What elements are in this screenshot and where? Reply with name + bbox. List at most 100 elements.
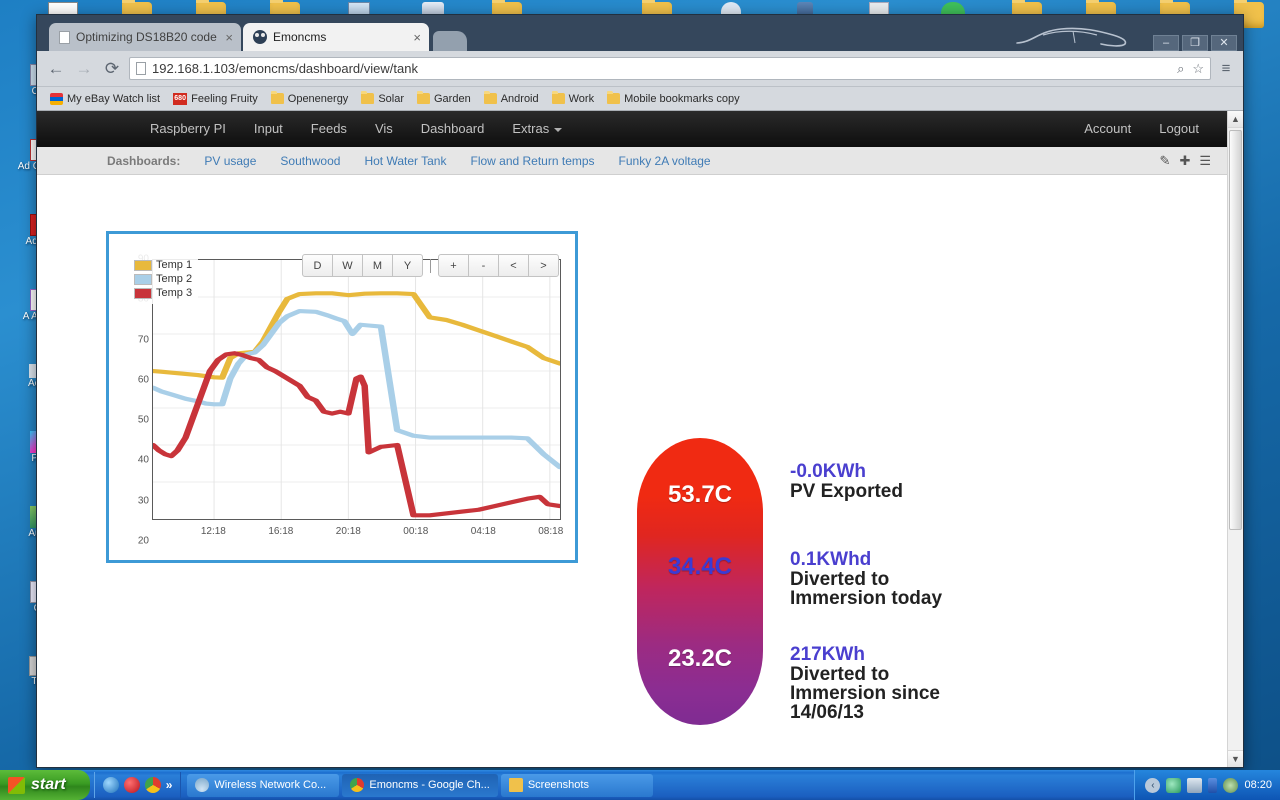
opera-icon[interactable] [123, 777, 140, 793]
scroll-up-arrow[interactable]: ▲ [1227, 111, 1243, 128]
chart-svg [153, 260, 560, 519]
pan-right-button[interactable]: > [528, 254, 559, 277]
menu-icon[interactable]: ≡ [1217, 60, 1235, 77]
tank-reading-top: 53.7C [667, 481, 733, 508]
temperature-chart-widget[interactable]: 90 80 70 60 50 40 30 20 [106, 231, 578, 563]
bookmark-work[interactable]: Work [547, 91, 599, 106]
bookmark-ebay[interactable]: My eBay Watch list [45, 92, 165, 106]
legend-item-temp-1[interactable]: Temp 1 [134, 259, 192, 271]
scroll-down-arrow[interactable]: ▼ [1227, 750, 1243, 767]
back-button[interactable]: ← [45, 59, 67, 79]
shield-icon[interactable] [1223, 777, 1239, 793]
hot-water-tank-gauge: 53.7C 34.4C 23.2C [637, 438, 763, 725]
bookmark-mobile-bookmarks-copy[interactable]: Mobile bookmarks copy [602, 91, 745, 106]
bookmark-feeling-fruity[interactable]: 680 Feeling Fruity [168, 92, 263, 106]
taskbar-clock[interactable]: 08:20 [1244, 779, 1272, 791]
nav-item-feeds[interactable]: Feeds [297, 111, 361, 147]
range-button-year[interactable]: Y [392, 254, 423, 277]
taskbar-item-label: Emoncms - Google Ch... [369, 779, 490, 791]
taskbar-item-emoncms-chrome[interactable]: Emoncms - Google Ch... [342, 773, 498, 797]
quick-launch-bar: » [93, 772, 182, 798]
nav-item-extras[interactable]: Extras [498, 111, 576, 147]
chrome-icon[interactable] [144, 777, 161, 793]
tab-title: Emoncms [273, 30, 327, 44]
chevron-more-icon[interactable]: » [166, 778, 173, 792]
add-icon[interactable]: ✚ [1179, 153, 1190, 169]
start-button[interactable]: start [0, 770, 90, 800]
forward-button[interactable]: → [73, 59, 95, 79]
y-tick: 70 [137, 334, 149, 346]
search-icon[interactable]: ⌕ [1177, 61, 1184, 77]
scroll-thumb[interactable] [1229, 130, 1242, 530]
minimize-button[interactable]: – [1153, 35, 1179, 51]
taskbar-item-screenshots[interactable]: Screenshots [500, 773, 653, 797]
pan-left-button[interactable]: < [498, 254, 529, 277]
dashboard-link-flow-and-return-temps[interactable]: Flow and Return temps [458, 154, 606, 168]
chart-plot-area[interactable] [152, 259, 561, 520]
nav-item-logout[interactable]: Logout [1145, 111, 1213, 147]
nav-item-dashboard[interactable]: Dashboard [407, 111, 499, 147]
browser-toolbar: ← → ⟳ 192.168.1.103/emoncms/dashboard/vi… [37, 51, 1243, 87]
bookmark-star-icon[interactable]: ☆ [1192, 61, 1204, 77]
chart-x-axis: 12:18 16:18 20:18 00:18 04:18 08:18 [152, 526, 563, 542]
taskbar: start » Wireless Network Co... Emoncms -… [0, 770, 1280, 800]
battery-icon[interactable] [1208, 777, 1218, 793]
x-tick: 04:18 [470, 526, 496, 537]
page-icon [59, 30, 70, 44]
reload-button[interactable]: ⟳ [101, 59, 123, 79]
legend-item-temp-2[interactable]: Temp 2 [134, 273, 192, 285]
maximize-button[interactable]: ❐ [1182, 35, 1208, 51]
edit-icon[interactable]: ✎ [1160, 153, 1171, 169]
nav-item-account[interactable]: Account [1070, 111, 1145, 147]
stat-caption: PV Exported [790, 481, 903, 502]
legend-label: Temp 2 [156, 273, 193, 285]
bookmark-android[interactable]: Android [479, 91, 544, 106]
close-button[interactable]: ✕ [1211, 35, 1237, 51]
list-icon[interactable]: ☰ [1199, 153, 1211, 169]
bookmark-garden[interactable]: Garden [412, 91, 476, 106]
bookmark-label: Android [500, 92, 539, 105]
stat-diverted-since: 217KWh Diverted to Immersion since 14/06… [790, 644, 1150, 722]
network-icon[interactable] [1166, 777, 1182, 793]
show-hidden-icon[interactable]: ‹ [1145, 777, 1161, 793]
nav-item-raspberry-pi[interactable]: Raspberry PI [136, 111, 240, 147]
display-icon[interactable] [1187, 777, 1203, 793]
address-bar[interactable]: 192.168.1.103/emoncms/dashboard/view/tan… [129, 57, 1211, 80]
close-icon[interactable]: × [225, 31, 233, 44]
dashboard-tools: ✎ ✚ ☰ [1160, 153, 1227, 169]
range-button-month[interactable]: M [362, 254, 393, 277]
chart-legend: Temp 1 Temp 2 Temp 3 [131, 254, 199, 304]
dashboard-link-funky-2a-voltage[interactable]: Funky 2A voltage [607, 154, 723, 168]
chart-controls: D W M Y + - < > [302, 254, 559, 277]
page-scrollbar[interactable]: ▲ ▼ [1227, 111, 1243, 767]
nav-item-vis[interactable]: Vis [361, 111, 407, 147]
browser-tab-2[interactable]: Emoncms × [243, 23, 429, 51]
app-nav-right: Account Logout [1070, 111, 1213, 147]
nav-item-input[interactable]: Input [240, 111, 297, 147]
dashboard-link-southwood[interactable]: Southwood [268, 154, 352, 168]
taskbar-item-label: Wireless Network Co... [214, 779, 327, 791]
bookmark-solar[interactable]: Solar [356, 91, 409, 106]
chevron-down-icon [554, 127, 563, 132]
browser-window: Optimizing DS18B20 code for × Emoncms × … [36, 14, 1244, 768]
browser-tab-1[interactable]: Optimizing DS18B20 code for × [49, 23, 241, 51]
legend-swatch [134, 273, 152, 285]
zoom-in-button[interactable]: + [438, 254, 469, 277]
stat-diverted-today: 0.1KWhd Diverted to Immersion today [790, 549, 1150, 608]
dashboard-link-pv-usage[interactable]: PV usage [192, 154, 268, 168]
tab-strip: Optimizing DS18B20 code for × Emoncms × … [37, 15, 1243, 51]
zoom-out-button[interactable]: - [468, 254, 499, 277]
bookmark-label: Openenergy [287, 92, 349, 105]
legend-swatch [134, 259, 152, 271]
range-button-day[interactable]: D [302, 254, 333, 277]
new-tab-button[interactable] [433, 31, 467, 51]
close-icon[interactable]: × [413, 31, 421, 44]
legend-item-temp-3[interactable]: Temp 3 [134, 287, 192, 299]
ie-icon[interactable] [102, 777, 119, 793]
range-button-week[interactable]: W [332, 254, 363, 277]
bookmark-label: Mobile bookmarks copy [624, 92, 740, 105]
taskbar-item-wireless-network[interactable]: Wireless Network Co... [187, 773, 340, 797]
dashboard-link-hot-water-tank[interactable]: Hot Water Tank [352, 154, 458, 168]
stat-caption: Diverted to Immersion today [790, 569, 943, 609]
bookmark-openenergy[interactable]: Openenergy [266, 91, 354, 106]
